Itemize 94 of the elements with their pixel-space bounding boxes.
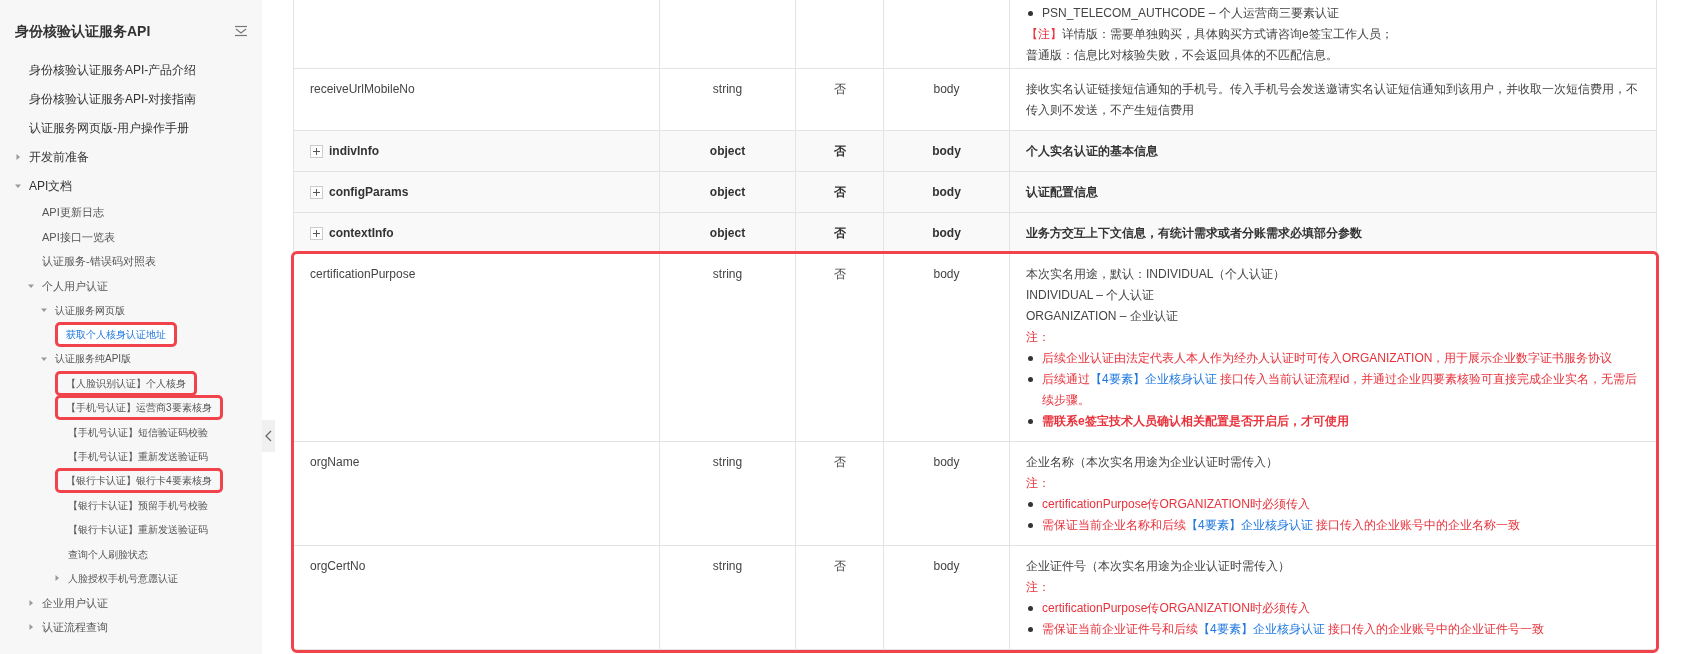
sidebar-item[interactable]: 【银行卡认证】预留手机号校验 (68, 497, 208, 513)
required-value: 否 (833, 267, 846, 281)
sidebar-item[interactable]: 认证服务网页版 (55, 302, 125, 318)
expand-button[interactable] (310, 226, 323, 240)
sidebar-item[interactable]: 身份核验认证服务API-对接指南 (29, 89, 197, 108)
sidebar-item[interactable]: 个人用户认证 (42, 277, 108, 294)
expand-button[interactable] (310, 185, 323, 199)
caret-down-icon[interactable] (28, 282, 34, 289)
required-value: 否 (833, 455, 846, 469)
required-value: 否 (833, 142, 846, 160)
parameter-location: body (933, 267, 960, 281)
description-text: 需保证当前企业证件号和后续【4要素】企业核身认证 接口传入的企业账号中的企业证件号一致 (1042, 621, 1545, 638)
caret-down-icon[interactable] (41, 355, 47, 362)
parameter-type: object (709, 183, 746, 201)
parameter-name: indivInfo (329, 142, 379, 160)
description-text: 注： (1026, 476, 1050, 490)
description-text: 本次实名用途，默认：INDIVIDUAL（个人认证） (1026, 267, 1286, 281)
collapse-all-icon[interactable] (234, 25, 248, 37)
description-text: INDIVIDUAL – 个人认证 (1026, 288, 1155, 302)
sidebar-item[interactable]: API文档 (29, 176, 73, 195)
parameter-type: string (712, 267, 743, 281)
plus-icon (313, 188, 320, 196)
caret-down-icon[interactable] (15, 182, 21, 189)
sidebar-item[interactable]: 认证服务网页版-用户操作手册 (29, 118, 189, 137)
sidebar-item[interactable]: 【银行卡认证】重新发送验证码 (68, 522, 208, 538)
chevron-left-icon (265, 430, 272, 442)
link[interactable]: 【4要素】企业核身认证 (1186, 518, 1313, 532)
description-text: 注： (1026, 330, 1050, 344)
description-text: 认证配置信息 (1026, 184, 1098, 199)
sidebar-item[interactable]: 【银行卡认证】银行卡4要素核身 (58, 471, 220, 491)
plus-icon (313, 229, 320, 237)
caret-down-icon[interactable] (41, 307, 47, 314)
caret-right-icon[interactable] (15, 153, 21, 160)
description-text: 需联系e签宝技术人员确认相关配置是否开启后，才可使用 (1042, 413, 1349, 430)
sidebar-item[interactable]: 【手机号认证】短信验证码校验 (68, 424, 208, 440)
parameter-type: object (709, 224, 746, 242)
parameter-name: orgCertNo (310, 559, 366, 573)
sidebar-item[interactable]: 获取个人核身认证地址 (58, 325, 174, 345)
parameter-name: receiveUrlMobileNo (310, 82, 415, 96)
parameter-location: body (932, 224, 961, 242)
sidebar-item[interactable]: 人脸授权手机号意愿认证 (68, 571, 178, 586)
description-text: 需保证当前企业名称和后续【4要素】企业核身认证 接口传入的企业账号中的企业名称一致 (1042, 517, 1521, 534)
parameter-location: body (933, 82, 960, 96)
description-text: 企业证件号（本次实名用途为企业认证时需传入） (1026, 559, 1290, 573)
required-value: 否 (833, 183, 846, 201)
description-text: 后续通过【4要素】企业核身认证 接口传入当前认证流程id，并通过企业四要素核验可直接完成企业实名，无需后续步骤。 (1042, 371, 1639, 409)
sidebar-item[interactable]: 认证服务纯API版 (55, 351, 132, 367)
parameter-name: certificationPurpose (310, 267, 416, 281)
plus-icon (313, 147, 320, 155)
parameter-location: body (932, 142, 961, 160)
parameter-type: string (712, 82, 743, 96)
sidebar-collapse-button[interactable] (262, 420, 275, 452)
parameter-location: body (932, 183, 961, 201)
description-text: certificationPurpose传ORGANIZATION时必须传入 (1042, 600, 1310, 617)
description-text: 注： (1026, 580, 1050, 594)
description-text: 企业名称（本次实名用途为企业认证时需传入） (1026, 455, 1278, 469)
parameter-name: orgName (310, 455, 360, 469)
sidebar-item[interactable]: 【手机号认证】运营商3要素核身 (58, 398, 220, 418)
sidebar-item[interactable]: API接口一览表 (42, 228, 115, 245)
description-text: ORGANIZATION – 企业认证 (1026, 309, 1178, 323)
caret-right-icon[interactable] (28, 599, 34, 606)
link[interactable]: 【4要素】企业核身认证 (1198, 622, 1325, 636)
required-value: 否 (833, 559, 846, 573)
sidebar-item[interactable]: API更新日志 (42, 204, 104, 221)
description-text: PSN_TELECOM_AUTHCODE – 个人运营商三要素认证 (1042, 5, 1339, 22)
sidebar-item[interactable]: 企业用户认证 (42, 594, 108, 612)
sidebar-item[interactable]: 查询个人刷脸状态 (68, 546, 148, 562)
description-text: certificationPurpose传ORGANIZATION时必须传入 (1042, 496, 1310, 513)
description-text: 后续企业认证由法定代表人本人作为经办人认证时可传入ORGANIZATION，用于展示企业数字证书服务协议 (1042, 350, 1613, 367)
description-text: 接收实名认证链接短信通知的手机号。传入手机号会发送邀请实名认证短信通知到该用户，并收取一次短信费用，不传入则不发送，不产生短信费用 (1026, 82, 1638, 117)
sidebar-item[interactable]: 认证流程查询 (42, 619, 108, 636)
sidebar-item[interactable]: 身份核验认证服务API-产品介绍 (29, 60, 197, 79)
parameter-location: body (933, 559, 960, 573)
expand-button[interactable] (310, 144, 323, 158)
sidebar-item[interactable]: 【手机号认证】重新发送验证码 (68, 449, 208, 465)
parameter-name: contextInfo (329, 224, 394, 242)
sidebar-item[interactable]: 开发前准备 (29, 147, 89, 166)
parameter-location: body (933, 455, 960, 469)
required-value: 否 (833, 82, 846, 96)
caret-right-icon[interactable] (54, 575, 60, 582)
description-text: 普通版：信息比对核验失败，不会返回具体的不匹配信息。 (1026, 48, 1338, 62)
caret-right-icon[interactable] (28, 624, 34, 631)
description-text: 【注】详情版：需要单独购买，具体购买方式请咨询e签宝工作人员； (1026, 27, 1393, 41)
description-text: 业务方交互上下文信息，有统计需求或者分账需求必填部分参数 (1026, 225, 1362, 240)
link[interactable]: 【4要素】企业核身认证 (1090, 372, 1217, 386)
sidebar-title: 身份核验认证服务API (15, 21, 151, 41)
parameter-type: object (709, 142, 746, 160)
sidebar-item[interactable]: 【人脸识别认证】个人核身 (58, 373, 194, 393)
parameter-type: string (712, 559, 743, 573)
parameter-type: string (712, 455, 743, 469)
description-text: 个人实名认证的基本信息 (1026, 143, 1158, 158)
required-value: 否 (833, 224, 846, 242)
parameter-name: configParams (329, 183, 409, 201)
sidebar-item[interactable]: 认证服务-错误码对照表 (42, 253, 156, 270)
